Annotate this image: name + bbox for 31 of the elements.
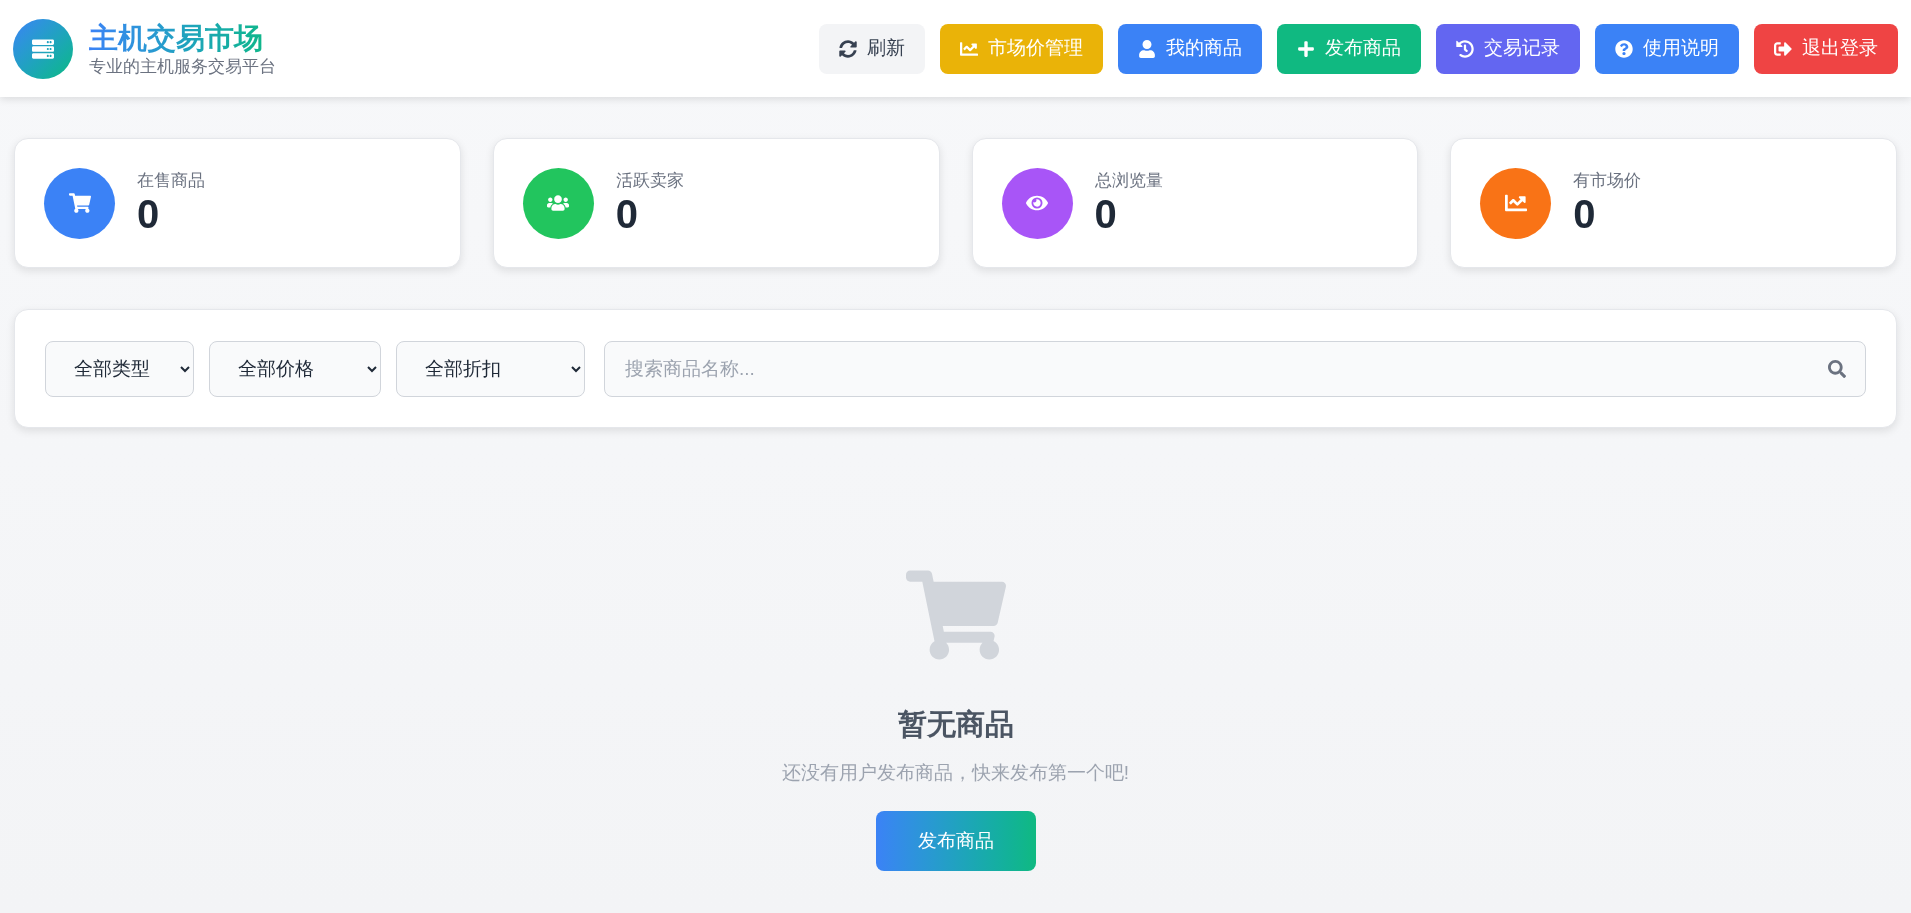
- stat-label: 活跃卖家: [615, 170, 684, 192]
- nav-button[interactable]: 使用说明: [1595, 23, 1739, 74]
- nav-button[interactable]: 市场价管理: [940, 23, 1103, 74]
- plus-icon: [1297, 39, 1315, 58]
- filter-dropdown[interactable]: 全部折扣: [396, 340, 585, 397]
- search-icon: [1828, 359, 1846, 378]
- user-icon: [1138, 39, 1156, 58]
- stat-value: 0: [137, 192, 161, 236]
- search-field[interactable]: 搜索商品名称...: [604, 340, 1866, 397]
- stat-value: 0: [615, 192, 639, 236]
- filter-dropdown[interactable]: 全部类型: [45, 340, 194, 397]
- stat-value: 0: [1573, 192, 1597, 236]
- empty-title: 暂无商品: [897, 707, 1014, 742]
- filter-dropdown[interactable]: 全部价格: [209, 340, 381, 397]
- stat-label: 总浏览量: [1094, 170, 1163, 192]
- nav-button[interactable]: 退出登录: [1754, 23, 1898, 74]
- nav-button[interactable]: 发布商品: [1277, 23, 1421, 74]
- refresh-icon: [839, 39, 857, 58]
- logout-icon: [1774, 39, 1792, 58]
- stat-label: 有市场价: [1573, 170, 1642, 192]
- publish-button[interactable]: 发布商品: [875, 811, 1036, 871]
- empty-message: 还没有用户发布商品，快来发布第一个吧!: [781, 760, 1130, 785]
- stat-label: 在售商品: [137, 170, 205, 192]
- nav-button[interactable]: 交易记录: [1436, 23, 1580, 74]
- stat-value: 0: [1094, 192, 1118, 236]
- history-icon: [1456, 39, 1474, 58]
- chart-line-icon: [960, 39, 978, 58]
- help-icon: [1615, 39, 1633, 58]
- nav-button[interactable]: 我的商品: [1118, 23, 1262, 74]
- app-subtitle: 专业的主机服务交易平台: [89, 55, 276, 78]
- nav-button[interactable]: 刷新: [819, 23, 925, 74]
